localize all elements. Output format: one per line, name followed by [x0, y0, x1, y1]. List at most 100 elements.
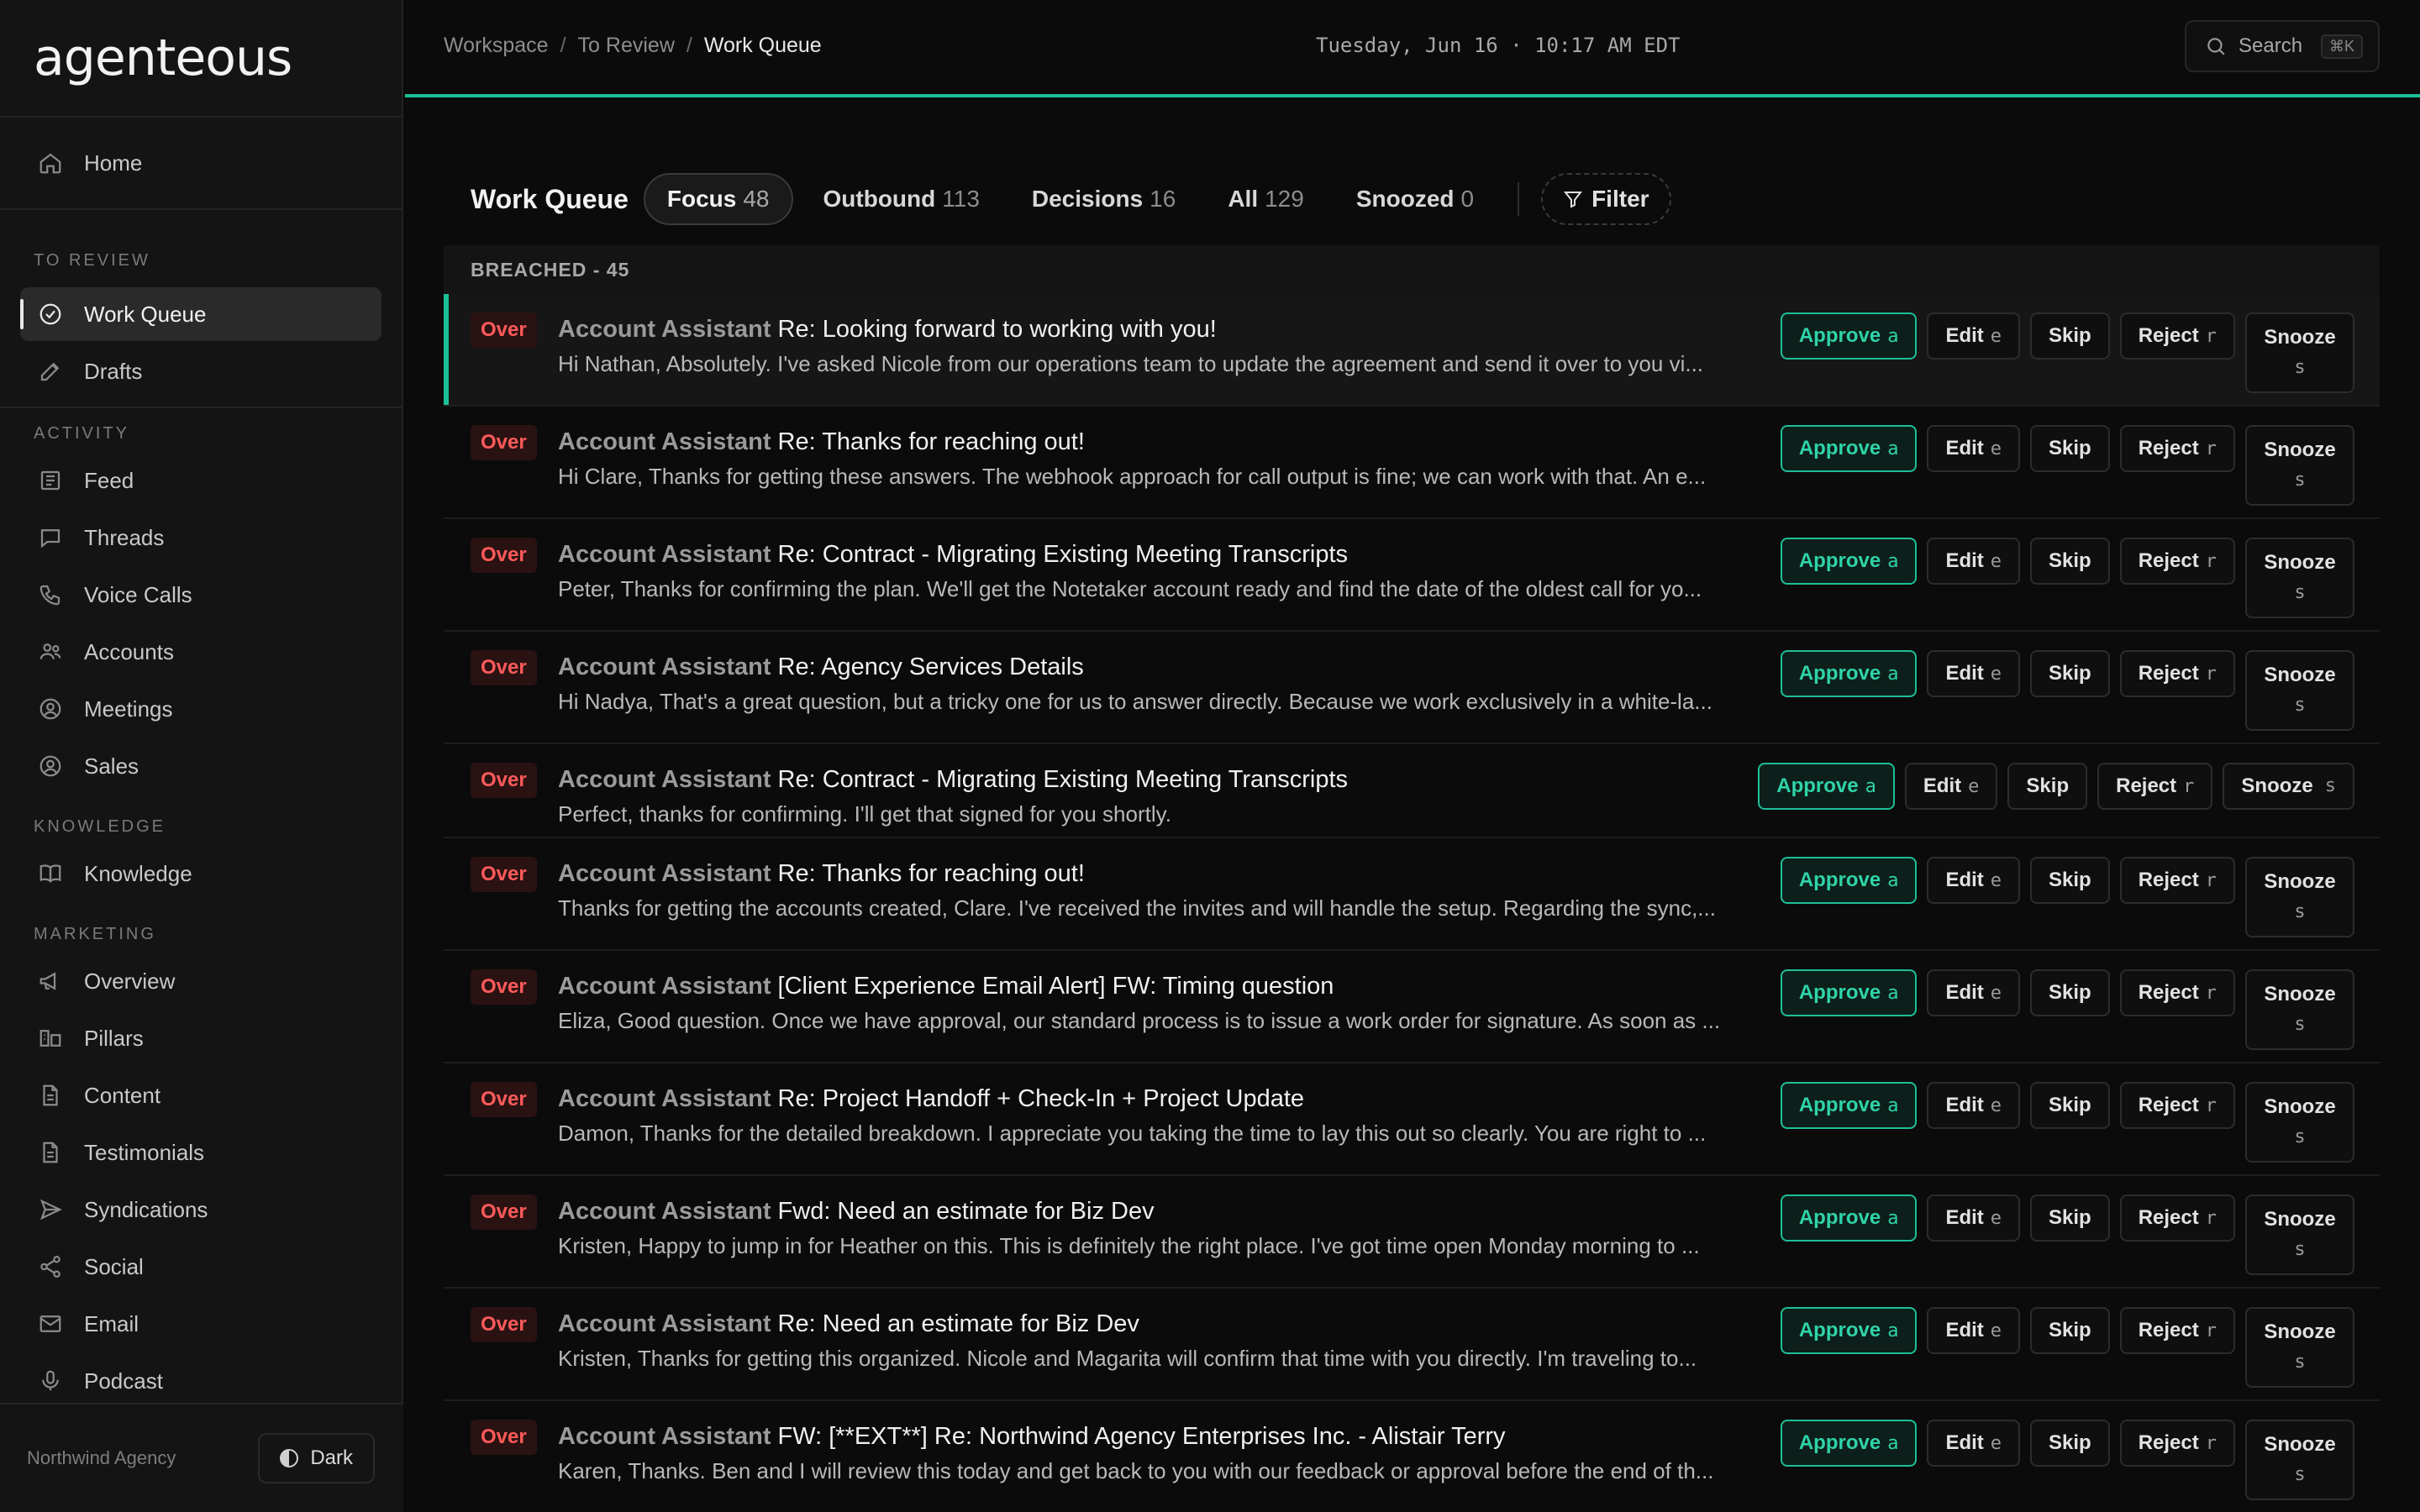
reject-button[interactable]: Reject r: [2119, 1307, 2235, 1354]
skip-button[interactable]: Skip: [2030, 1307, 2110, 1354]
edit-button[interactable]: Edit e: [1904, 763, 1998, 810]
skip-button[interactable]: Skip: [2030, 650, 2110, 697]
reject-button[interactable]: Reject r: [2097, 763, 2213, 810]
edit-button[interactable]: Edit e: [1927, 312, 2021, 360]
sidebar-item-pillars[interactable]: Pillars: [20, 1011, 381, 1065]
sidebar-item-social[interactable]: Social: [20, 1240, 381, 1294]
snooze-button[interactable]: Snooze s: [2245, 1420, 2354, 1500]
snooze-button[interactable]: Snooze s: [2223, 763, 2354, 810]
sidebar-item-podcast[interactable]: Podcast: [20, 1354, 381, 1408]
skip-button[interactable]: Skip: [2030, 1082, 2110, 1129]
row-content[interactable]: Account Assistant Re: Project Handoff + C…: [558, 1082, 1751, 1149]
edit-button[interactable]: Edit e: [1927, 857, 2021, 904]
row-content[interactable]: Account Assistant FW: [**EXT**] Re: North…: [558, 1420, 1751, 1487]
approve-button[interactable]: Approve a: [1780, 857, 1918, 904]
reject-button[interactable]: Reject r: [2119, 1194, 2235, 1242]
sidebar-item-overview[interactable]: Overview: [20, 954, 381, 1008]
row-content[interactable]: Account Assistant Re: Thanks for reaching…: [558, 425, 1751, 492]
sidebar-item-syndications[interactable]: Syndications: [20, 1183, 381, 1236]
sidebar-item-meetings[interactable]: Meetings: [20, 682, 381, 736]
skip-button[interactable]: Skip: [2030, 857, 2110, 904]
sidebar-item-voice-calls[interactable]: Voice Calls: [20, 568, 381, 622]
edit-button[interactable]: Edit e: [1927, 1194, 2021, 1242]
skip-button[interactable]: Skip: [2030, 1420, 2110, 1467]
sidebar-item-knowledge[interactable]: Knowledge: [20, 847, 381, 900]
app-logo[interactable]: agenteous: [0, 0, 402, 118]
reject-button[interactable]: Reject r: [2119, 425, 2235, 472]
queue-row[interactable]: Over Account Assistant Re: Need an estima…: [444, 1289, 2380, 1401]
tab-all[interactable]: All 129: [1206, 173, 1326, 225]
theme-toggle-button[interactable]: Dark: [258, 1433, 375, 1483]
sidebar-item-work-queue[interactable]: Work Queue: [20, 287, 381, 341]
row-content[interactable]: Account Assistant Re: Agency Services Det…: [558, 650, 1751, 717]
reject-button[interactable]: Reject r: [2119, 969, 2235, 1016]
approve-button[interactable]: Approve a: [1780, 312, 1918, 360]
edit-button[interactable]: Edit e: [1927, 538, 2021, 585]
edit-button[interactable]: Edit e: [1927, 969, 2021, 1016]
reject-button[interactable]: Reject r: [2119, 857, 2235, 904]
snooze-button[interactable]: Snooze s: [2245, 857, 2354, 937]
sidebar-item-feed[interactable]: Feed: [20, 454, 381, 507]
sidebar-item-accounts[interactable]: Accounts: [20, 625, 381, 679]
sidebar-item-home[interactable]: Home: [20, 136, 381, 190]
row-content[interactable]: Account Assistant [Client Experience Emai…: [558, 969, 1751, 1037]
row-content[interactable]: Account Assistant Re: Looking forward to …: [558, 312, 1751, 380]
queue-row[interactable]: Over Account Assistant Re: Thanks for rea…: [444, 407, 2380, 519]
skip-button[interactable]: Skip: [2030, 425, 2110, 472]
search-button[interactable]: Search ⌘K: [2185, 20, 2380, 72]
skip-button[interactable]: Skip: [2030, 312, 2110, 360]
snooze-button[interactable]: Snooze s: [2245, 1307, 2354, 1388]
queue-row[interactable]: Over Account Assistant Re: Project Handof…: [444, 1063, 2380, 1176]
queue-row[interactable]: Over Account Assistant Re: Contract - Mig…: [444, 744, 2380, 838]
row-content[interactable]: Account Assistant Re: Contract - Migratin…: [558, 538, 1751, 605]
tab-snoozed[interactable]: Snoozed 0: [1334, 173, 1496, 225]
snooze-button[interactable]: Snooze s: [2245, 969, 2354, 1050]
skip-button[interactable]: Skip: [2030, 538, 2110, 585]
queue-row[interactable]: Over Account Assistant FW: [**EXT**] Re: …: [444, 1401, 2380, 1512]
breadcrumb-workspace[interactable]: Workspace: [444, 34, 549, 58]
approve-button[interactable]: Approve a: [1780, 650, 1918, 697]
snooze-button[interactable]: Snooze s: [2245, 650, 2354, 731]
reject-button[interactable]: Reject r: [2119, 650, 2235, 697]
snooze-button[interactable]: Snooze s: [2245, 425, 2354, 506]
skip-button[interactable]: Skip: [2030, 969, 2110, 1016]
sidebar-item-sales[interactable]: Sales: [20, 739, 381, 793]
approve-button[interactable]: Approve a: [1780, 538, 1918, 585]
queue-row[interactable]: Over Account Assistant Re: Thanks for rea…: [444, 838, 2380, 951]
approve-button[interactable]: Approve a: [1780, 1420, 1918, 1467]
reject-button[interactable]: Reject r: [2119, 312, 2235, 360]
snooze-button[interactable]: Snooze s: [2245, 312, 2354, 393]
edit-button[interactable]: Edit e: [1927, 650, 2021, 697]
tab-outbound[interactable]: Outbound 113: [802, 173, 1002, 225]
row-content[interactable]: Account Assistant Re: Contract - Migratin…: [558, 763, 1751, 830]
skip-button[interactable]: Skip: [2007, 763, 2088, 810]
reject-button[interactable]: Reject r: [2119, 538, 2235, 585]
breadcrumb-to-review[interactable]: To Review: [578, 34, 675, 58]
snooze-button[interactable]: Snooze s: [2245, 538, 2354, 618]
snooze-button[interactable]: Snooze s: [2245, 1194, 2354, 1275]
queue-row[interactable]: Over Account Assistant Fwd: Need an estim…: [444, 1176, 2380, 1289]
approve-button[interactable]: Approve a: [1780, 1307, 1918, 1354]
tab-focus[interactable]: Focus 48: [643, 173, 793, 225]
approve-button[interactable]: Approve a: [1780, 1194, 1918, 1242]
row-content[interactable]: Account Assistant Re: Need an estimate fo…: [558, 1307, 1751, 1374]
edit-button[interactable]: Edit e: [1927, 425, 2021, 472]
tab-decisions[interactable]: Decisions 16: [1010, 173, 1197, 225]
sidebar-item-email[interactable]: Email: [20, 1297, 381, 1351]
reject-button[interactable]: Reject r: [2119, 1420, 2235, 1467]
edit-button[interactable]: Edit e: [1927, 1082, 2021, 1129]
edit-button[interactable]: Edit e: [1927, 1307, 2021, 1354]
queue-row[interactable]: Over Account Assistant [Client Experience…: [444, 951, 2380, 1063]
approve-button[interactable]: Approve a: [1780, 1082, 1918, 1129]
approve-button[interactable]: Approve a: [1780, 969, 1918, 1016]
reject-button[interactable]: Reject r: [2119, 1082, 2235, 1129]
queue-row[interactable]: Over Account Assistant Re: Contract - Mig…: [444, 519, 2380, 632]
sidebar-item-drafts[interactable]: Drafts: [20, 344, 381, 398]
approve-button[interactable]: Approve a: [1758, 763, 1895, 810]
row-content[interactable]: Account Assistant Fwd: Need an estimate f…: [558, 1194, 1751, 1262]
sidebar-item-content[interactable]: Content: [20, 1068, 381, 1122]
skip-button[interactable]: Skip: [2030, 1194, 2110, 1242]
sidebar-item-threads[interactable]: Threads: [20, 511, 381, 564]
sidebar-item-testimonials[interactable]: Testimonials: [20, 1126, 381, 1179]
approve-button[interactable]: Approve a: [1780, 425, 1918, 472]
